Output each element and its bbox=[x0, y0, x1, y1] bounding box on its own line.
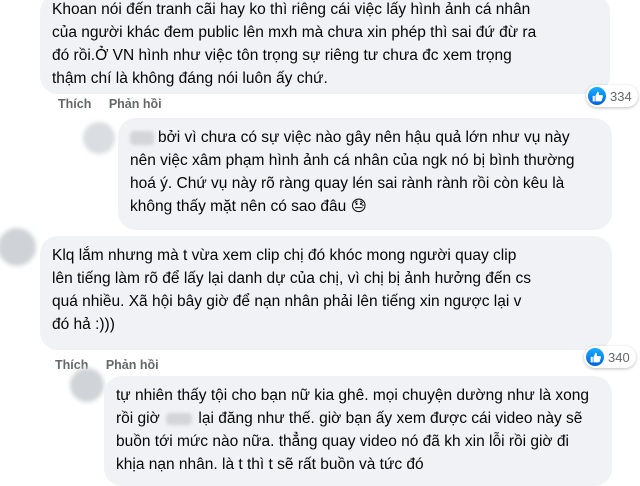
avatar[interactable] bbox=[0, 228, 36, 266]
reply-link[interactable]: Phản hồi bbox=[109, 97, 162, 111]
comment-3-actions: Thích Phản hồi bbox=[55, 358, 173, 372]
comment-3-line-4: đó hả :))) bbox=[52, 316, 115, 333]
thumbs-up-icon bbox=[588, 87, 606, 105]
comment-1-line-3: đó rồi.Ở VN hình như việc tôn trọng sự r… bbox=[52, 47, 512, 64]
comment-3-line-1: Klq lắm nhưng mà t vừa xem clip chị đó k… bbox=[52, 247, 517, 264]
comment-2-line-1: bởi vì chưa có sự việc nào gây nên hậu q… bbox=[158, 129, 570, 146]
comment-3-line-2: lên tiếng làm rõ để lấy lại danh dự của … bbox=[52, 270, 531, 287]
thumbs-up-icon bbox=[586, 348, 604, 366]
blurred-name bbox=[130, 130, 154, 145]
reaction-badge-1[interactable]: 334 bbox=[586, 85, 638, 107]
comment-4-line-3: buồn tới mức nào nữa. thẳng quay video n… bbox=[116, 433, 569, 450]
comment-2-line-4: không thấy mặt nên có sao đâu 😓 bbox=[130, 198, 367, 215]
comment-bubble-3: Klq lắm nhưng mà t vừa xem clip chị đó k… bbox=[40, 236, 612, 350]
comment-1-actions: Thích Phản hồi bbox=[58, 97, 176, 111]
comment-4-line-1: tự nhiên thấy tội cho bạn nữ kia ghê. mọ… bbox=[116, 387, 590, 404]
comment-1-line-2: của người khác đem public lên mxh mà chư… bbox=[52, 24, 537, 41]
comment-2-line-2: nên việc xâm phạm hình ảnh cá nhân của n… bbox=[130, 152, 575, 169]
comment-bubble-1: Khoan nói đến tranh cãi hay ko thì riêng… bbox=[40, 0, 610, 94]
avatar[interactable] bbox=[70, 368, 104, 402]
reaction-count: 334 bbox=[610, 88, 632, 104]
reaction-count: 340 bbox=[608, 349, 630, 365]
comment-1-line-1: Khoan nói đến tranh cãi hay ko thì riêng… bbox=[52, 1, 531, 18]
comment-4-line-2-end: lại đăng như thế. giờ bạn ấy xem được cá… bbox=[198, 410, 583, 427]
comment-1-line-4: thậm chí là không đáng nói luôn ấy chứ. bbox=[52, 70, 328, 87]
comment-bubble-4: tự nhiên thấy tội cho bạn nữ kia ghê. mọ… bbox=[104, 376, 612, 486]
comment-4-line-2-start: rồi giờ bbox=[116, 410, 160, 427]
reply-link[interactable]: Phản hồi bbox=[106, 358, 159, 372]
comment-2-line-3: hoá ý. Chứ vụ này rõ ràng quay lén sai r… bbox=[130, 175, 565, 192]
comment-4-line-4: khịa nạn nhân. là t thì t sẽ rất buồn và… bbox=[116, 456, 424, 473]
reaction-badge-3[interactable]: 340 bbox=[584, 346, 636, 368]
comment-bubble-2: bởi vì chưa có sự việc nào gây nên hậu q… bbox=[118, 118, 612, 230]
avatar[interactable] bbox=[83, 122, 115, 154]
like-link[interactable]: Thích bbox=[58, 97, 91, 111]
comment-3-line-3: quá nhiều. Xã hội bây giờ để nạn nhân ph… bbox=[52, 293, 522, 310]
blurred-word bbox=[166, 412, 193, 425]
